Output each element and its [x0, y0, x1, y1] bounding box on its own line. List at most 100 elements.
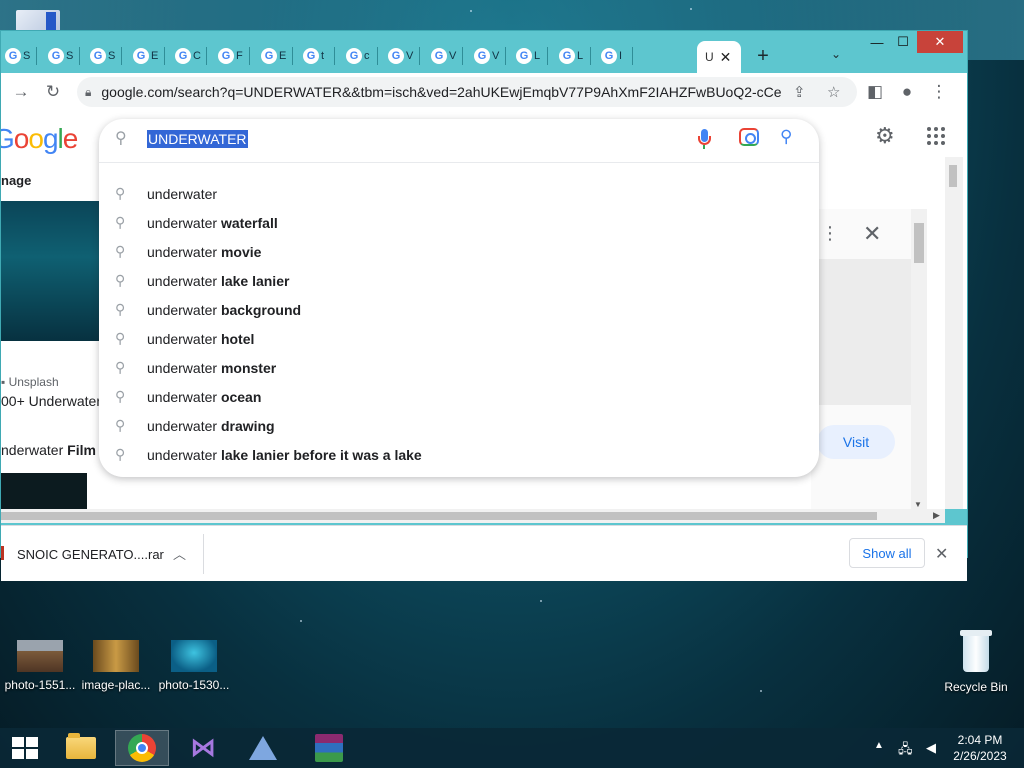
- google-favicon-icon: G: [261, 48, 277, 64]
- wallpaper-sparkle: [540, 600, 542, 602]
- scroll-right-icon[interactable]: ▶: [933, 510, 940, 521]
- desktop-icon-image-plac[interactable]: image-plac...: [76, 640, 156, 692]
- tab-google[interactable]: GL: [555, 43, 591, 69]
- result-image-thumbnail[interactable]: [1, 201, 101, 341]
- search-suggestion[interactable]: ⚲ underwater movie: [99, 238, 819, 267]
- close-window-button[interactable]: ✕: [917, 31, 963, 53]
- google-lens-camera-icon[interactable]: [739, 128, 759, 146]
- tray-overflow-icon[interactable]: ▲: [874, 740, 884, 751]
- scroll-down-icon[interactable]: ▼: [914, 500, 922, 509]
- google-apps-icon[interactable]: [927, 127, 945, 145]
- logo-letter: o: [13, 123, 30, 154]
- result-source[interactable]: ▪ Unsplash: [1, 375, 59, 389]
- maximize-button[interactable]: ☐: [887, 31, 919, 53]
- download-file-name[interactable]: SNOIC GENERATO....rar: [17, 547, 164, 562]
- search-submit-icon[interactable]: ⚲: [780, 127, 792, 147]
- tab-search-chevron-icon[interactable]: ⌄: [831, 47, 841, 61]
- start-windows-icon[interactable]: [12, 737, 38, 759]
- page-scroll-thumb[interactable]: [949, 165, 957, 187]
- result-caption[interactable]: 00+ Underwater: [1, 393, 101, 409]
- preview-scroll-thumb[interactable]: [914, 223, 924, 263]
- logo-letter: g: [42, 123, 59, 154]
- page-scrollbar[interactable]: [945, 157, 963, 509]
- tab-google[interactable]: GE: [129, 43, 165, 69]
- browser-menu-icon[interactable]: ⋮: [929, 82, 949, 102]
- film-thumbnail[interactable]: [1, 473, 87, 509]
- new-tab-button[interactable]: +: [753, 45, 773, 68]
- more-options-icon[interactable]: ⋮: [821, 223, 839, 244]
- desktop-icon-photo-1551[interactable]: photo-1551...: [0, 640, 80, 692]
- suggestion-prefix: underwater: [147, 215, 221, 231]
- taskbar-app-triangle[interactable]: [236, 730, 290, 766]
- film-heading-bold: Film: [67, 442, 96, 458]
- tab-google[interactable]: GV: [470, 43, 506, 69]
- recycle-bin-label: Recycle Bin: [944, 680, 1008, 694]
- tab-label: V: [492, 50, 500, 62]
- bookmark-star-icon[interactable]: ☆: [827, 83, 840, 101]
- tab-label: I: [619, 50, 623, 62]
- tab-google[interactable]: GV: [427, 43, 463, 69]
- side-panel-icon[interactable]: ◧: [865, 82, 885, 102]
- tab-google[interactable]: GL: [512, 43, 548, 69]
- tab-google[interactable]: Gt: [299, 43, 335, 69]
- search-suggestion[interactable]: ⚲ underwater: [99, 180, 819, 209]
- taskbar-file-explorer[interactable]: [54, 730, 108, 766]
- suggestion-search-icon: ⚲: [115, 272, 126, 288]
- tab-active[interactable]: U ✕: [697, 41, 741, 73]
- preview-scrollbar[interactable]: ▼: [911, 209, 927, 509]
- tab-google[interactable]: GF: [214, 43, 250, 69]
- show-all-button[interactable]: Show all: [849, 538, 925, 568]
- horizontal-scroll-thumb[interactable]: [1, 512, 877, 520]
- forward-icon[interactable]: →: [11, 82, 31, 102]
- taskbar-chrome[interactable]: [115, 730, 169, 766]
- search-suggestion[interactable]: ⚲ underwater background: [99, 296, 819, 325]
- reload-icon[interactable]: ↻: [43, 82, 63, 102]
- search-suggestion[interactable]: ⚲ underwater monster: [99, 354, 819, 383]
- voice-search-mic-icon[interactable]: [697, 129, 711, 151]
- recycle-bin[interactable]: Recycle Bin: [940, 630, 1012, 694]
- taskbar-clock[interactable]: 2:04 PM 2/26/2023: [950, 732, 1010, 764]
- search-suggestion[interactable]: ⚲ underwater drawing: [99, 412, 819, 441]
- url-text[interactable]: google.com/search?q=UNDERWATER&&tbm=isch…: [101, 84, 781, 100]
- search-suggestion[interactable]: ⚲ underwater ocean: [99, 383, 819, 412]
- address-bar[interactable]: 🔒︎ google.com/search?q=UNDERWATER&&tbm=i…: [77, 77, 857, 107]
- taskbar-visual-studio[interactable]: ⋈: [176, 730, 230, 766]
- desktop-icon-label: photo-1530...: [158, 678, 230, 692]
- search-input-row: ⚲ UNDERWATER ⚲: [99, 119, 819, 163]
- close-download-bar-icon[interactable]: ✕: [935, 544, 948, 564]
- tab-google[interactable]: GS: [86, 43, 122, 69]
- suggestion-text: underwater waterfall: [147, 215, 278, 231]
- search-suggestion[interactable]: ⚲ underwater lake lanier before it was a …: [99, 441, 819, 470]
- tab-active-label: U: [705, 50, 714, 64]
- tab-google[interactable]: GE: [257, 43, 293, 69]
- search-suggestion[interactable]: ⚲ underwater waterfall: [99, 209, 819, 238]
- close-tab-icon[interactable]: ✕: [720, 49, 732, 66]
- desktop-icon-photo-1530[interactable]: photo-1530...: [154, 640, 234, 692]
- google-logo[interactable]: Google: [1, 123, 78, 155]
- tab-google[interactable]: Gc: [342, 43, 378, 69]
- lock-icon[interactable]: 🔒︎: [85, 85, 91, 100]
- tab-google[interactable]: GV: [384, 43, 420, 69]
- close-preview-icon[interactable]: ✕: [863, 221, 881, 247]
- tab-label: t: [321, 50, 325, 62]
- network-icon[interactable]: 🖧︎: [898, 740, 913, 762]
- share-icon[interactable]: ⇪: [793, 83, 806, 101]
- film-heading[interactable]: nderwater Film: [1, 442, 96, 458]
- tab-google[interactable]: GI: [597, 43, 633, 69]
- tab-google[interactable]: GC: [171, 43, 207, 69]
- volume-icon[interactable]: ◀: [926, 740, 936, 756]
- tab-google[interactable]: GS: [44, 43, 80, 69]
- tab-google[interactable]: GS: [1, 43, 37, 69]
- taskbar-winrar[interactable]: [302, 730, 356, 766]
- profile-avatar-icon[interactable]: ●: [897, 82, 917, 102]
- search-suggestion[interactable]: ⚲ underwater hotel: [99, 325, 819, 354]
- settings-gear-icon[interactable]: ⚙: [875, 123, 895, 149]
- search-input[interactable]: UNDERWATER: [147, 130, 248, 148]
- desktop-top-icon[interactable]: [16, 10, 60, 32]
- horizontal-scrollbar[interactable]: ▶: [1, 509, 945, 523]
- visit-button[interactable]: Visit: [817, 425, 895, 459]
- download-options-chevron-icon[interactable]: ︿: [173, 544, 186, 563]
- search-suggestion[interactable]: ⚲ underwater lake lanier: [99, 267, 819, 296]
- folder-icon: [66, 733, 96, 759]
- suggestion-search-icon: ⚲: [115, 214, 126, 230]
